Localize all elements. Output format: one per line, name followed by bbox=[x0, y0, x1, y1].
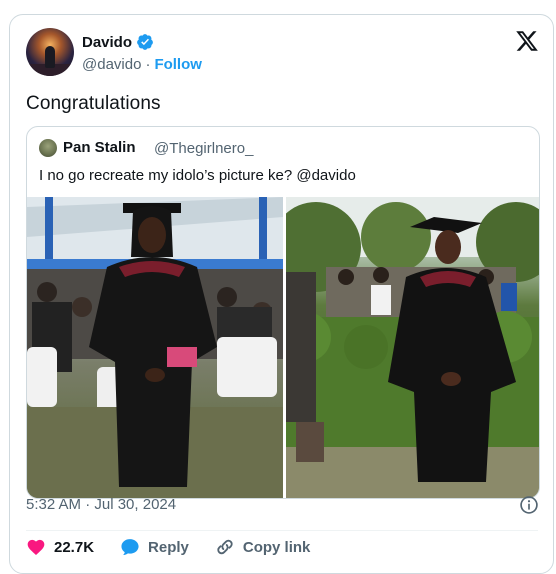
quoted-tweet[interactable]: Pan Stalin @Thegirlnero_ I no go recreat… bbox=[26, 126, 540, 499]
quoted-photo-left[interactable] bbox=[27, 197, 283, 498]
likes-count: 22.7K bbox=[54, 538, 95, 556]
tweet-timestamp[interactable]: 5:32 AM · Jul 30, 2024 bbox=[26, 496, 176, 513]
quoted-photo-right[interactable] bbox=[286, 197, 539, 498]
link-icon bbox=[217, 539, 233, 555]
quoted-author-handle[interactable]: @Thegirlnero_ bbox=[154, 140, 253, 157]
tweet-text: Congratulations bbox=[26, 93, 161, 114]
quoted-tweet-text: I no go recreate my idolo’s picture ke? … bbox=[39, 167, 356, 184]
graduation-photo-right bbox=[286, 197, 539, 498]
handle-separator: · bbox=[145, 56, 151, 73]
quoted-author-name[interactable]: Pan Stalin bbox=[63, 139, 136, 156]
like-action[interactable]: 22.7K bbox=[26, 537, 94, 557]
info-icon[interactable] bbox=[519, 495, 539, 515]
tweet-card: Davido @davido · Follow Congratulations … bbox=[9, 14, 554, 574]
copy-link-action[interactable]: Copy link bbox=[215, 537, 311, 557]
quoted-author-avatar[interactable] bbox=[39, 139, 57, 157]
author-handle-row: @davido · Follow bbox=[82, 56, 202, 73]
tweet-actions: 22.7K Reply Copy link bbox=[26, 537, 336, 557]
copy-link-label: Copy link bbox=[242, 538, 311, 556]
follow-button[interactable]: Follow bbox=[154, 56, 202, 73]
author-name-row: Davido bbox=[82, 33, 154, 51]
reply-action[interactable]: Reply bbox=[120, 537, 189, 557]
author-handle[interactable]: @davido bbox=[82, 56, 141, 73]
graduation-photo-left bbox=[27, 197, 283, 498]
author-avatar[interactable] bbox=[26, 28, 74, 76]
actions-divider bbox=[26, 530, 538, 531]
reply-label: Reply bbox=[148, 538, 189, 556]
verified-badge-icon bbox=[137, 34, 153, 50]
heart-icon bbox=[27, 539, 45, 555]
author-display-name[interactable]: Davido bbox=[82, 34, 132, 51]
reply-bubble-icon bbox=[121, 539, 139, 556]
x-logo-icon[interactable] bbox=[515, 29, 539, 53]
